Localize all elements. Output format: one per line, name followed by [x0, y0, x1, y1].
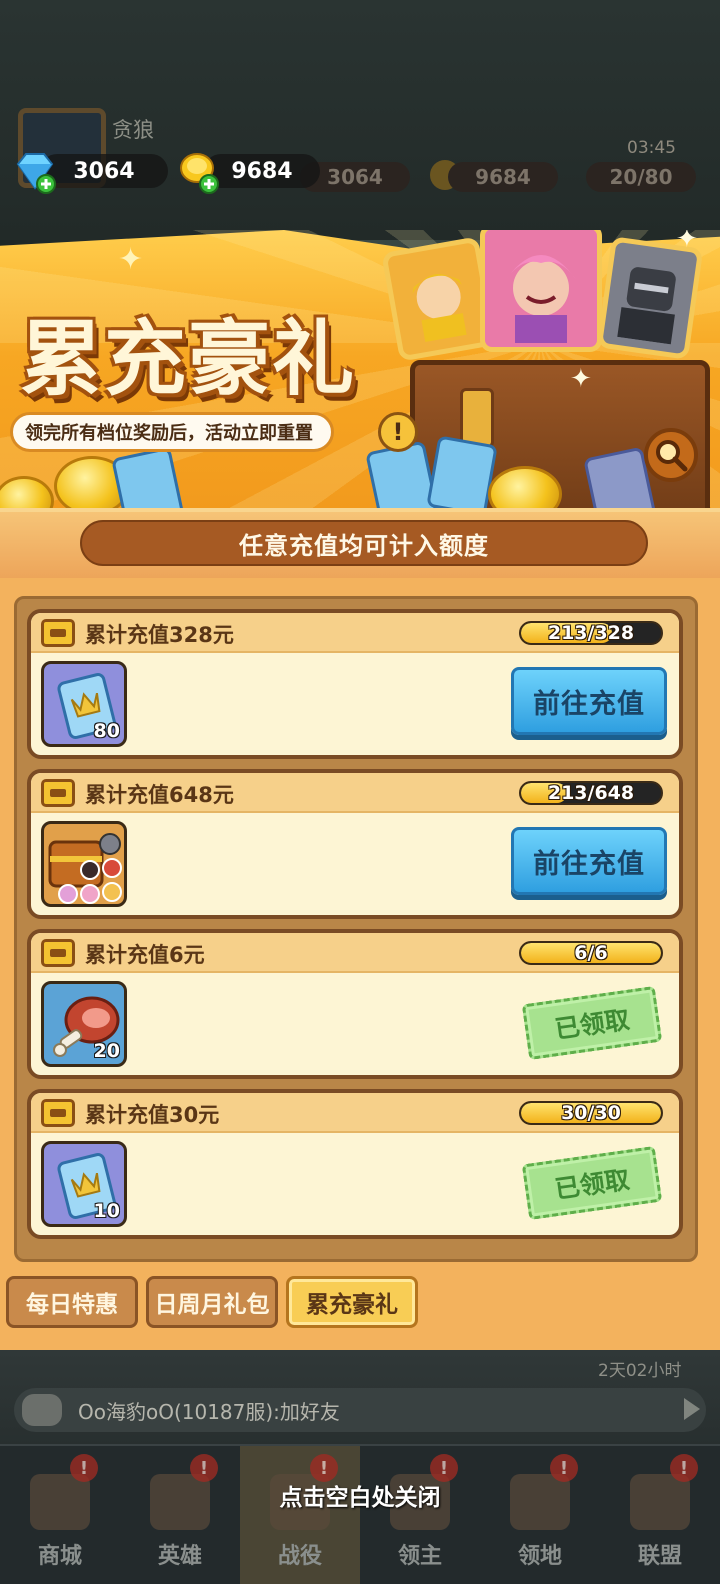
event-tabs: 每日特惠 日周月礼包 累充豪礼	[0, 1262, 720, 1350]
nav-territory[interactable]: 领地 !	[480, 1446, 600, 1584]
player-name: 贪狼	[112, 118, 154, 142]
tab-cumulative-recharge[interactable]: 累充豪礼	[286, 1276, 418, 1328]
tier-title: 累计充值648元	[85, 783, 234, 807]
play-icon[interactable]	[684, 1398, 700, 1420]
tier-header: 累计充值6元 6/6	[31, 933, 679, 973]
tier-list[interactable]: 累计充值328元 213/328 80 前往充值 累计充值648元 213/64…	[14, 596, 698, 1262]
tab-packages[interactable]: 日周月礼包	[146, 1276, 278, 1328]
reward-item[interactable]	[41, 821, 127, 907]
bottom-nav: 商城 ! 英雄 ! 战役 ! 领主 ! 领地 ! 联盟 !	[0, 1444, 720, 1584]
reward-quantity: 10	[93, 1200, 120, 1222]
info-icon[interactable]: !	[378, 412, 418, 452]
sparkle-icon: ✦	[570, 364, 592, 394]
reward-quantity: 80	[93, 720, 120, 742]
tier-title: 累计充值6元	[85, 943, 205, 967]
nav-lord[interactable]: 领主 !	[360, 1446, 480, 1584]
recharge-panel: 任意充值均可计入额度 累计充值328元 213/328 80 前往充值 累计充值…	[0, 508, 720, 1352]
chat-bar[interactable]: Oo海豹oO(10187服):加好友	[14, 1388, 706, 1432]
tier-card: 累计充值30元 30/30 10 已领取	[27, 1089, 683, 1239]
banner-subtitle: 领完所有档位奖励后，活动立即重置	[10, 412, 334, 452]
treasure-icon	[41, 1099, 75, 1127]
reward-item[interactable]: 80	[41, 661, 127, 747]
nav-label: 联盟	[637, 1544, 682, 1569]
tier-card: 累计充值648元 213/648 前往充值	[27, 769, 683, 919]
tier-progress-text: 30/30	[561, 1102, 621, 1124]
go-recharge-button[interactable]: 前往充值	[511, 827, 667, 895]
tier-card: 累计充值6元 6/6 20 已领取	[27, 929, 683, 1079]
tier-title: 累计充值328元	[85, 623, 234, 647]
chat-bubble-icon	[22, 1394, 62, 1426]
coin-count: 9684	[204, 154, 320, 188]
hero-card-armor	[596, 236, 704, 360]
nav-shop[interactable]: 商城 !	[0, 1446, 120, 1584]
nav-alliance[interactable]: 联盟 !	[600, 1446, 720, 1584]
treasure-icon	[41, 779, 75, 807]
nav-label: 领主	[397, 1544, 442, 1569]
tab-daily-deals[interactable]: 每日特惠	[6, 1276, 138, 1328]
bg-clock: 03:45	[627, 138, 676, 158]
go-recharge-button[interactable]: 前往充值	[511, 667, 667, 735]
tier-progress: 6/6	[519, 941, 663, 965]
game-top-area	[0, 0, 720, 240]
reward-item[interactable]: 10	[41, 1141, 127, 1227]
sparkle-icon: ✦	[118, 242, 144, 277]
bg-coin-count: 9684	[448, 162, 558, 192]
sparkle-icon: ✦	[676, 230, 698, 254]
panel-header: 任意充值均可计入额度	[0, 512, 720, 578]
gem-counter[interactable]: 3064	[40, 152, 168, 190]
hero-card-pink	[480, 230, 602, 352]
recharge-notice: 任意充值均可计入额度	[80, 520, 648, 566]
tier-progress-text: 213/328	[547, 622, 635, 644]
tier-header: 累计充值30元 30/30	[31, 1093, 679, 1133]
claimed-stamp: 已领取	[521, 985, 663, 1061]
tier-card: 累计充值328元 213/328 80 前往充值	[27, 609, 683, 759]
tier-progress: 213/328	[519, 621, 663, 645]
coin-counter[interactable]: 9684	[204, 152, 320, 190]
nav-label: 战役	[277, 1544, 322, 1569]
diamond-plus-icon[interactable]	[12, 150, 58, 194]
ticket-decoration	[426, 435, 498, 512]
tier-progress-text: 213/648	[547, 782, 635, 804]
close-hint[interactable]: 点击空白处关闭	[0, 1478, 720, 1512]
nav-label: 领地	[517, 1544, 562, 1569]
nav-campaign[interactable]: 战役 !	[240, 1446, 360, 1584]
tier-progress: 213/648	[519, 781, 663, 805]
nav-label: 商城	[37, 1544, 82, 1569]
event-timer: 2天02小时	[598, 1361, 682, 1381]
bg-stamina-count: 20/80	[586, 162, 696, 192]
reward-quantity: 20	[93, 1040, 120, 1062]
treasure-icon	[41, 619, 75, 647]
nav-heroes[interactable]: 英雄 !	[120, 1446, 240, 1584]
treasure-icon	[41, 939, 75, 967]
nav-label: 英雄	[157, 1544, 202, 1569]
reward-item[interactable]: 20	[41, 981, 127, 1067]
gem-count: 3064	[40, 154, 168, 188]
magnifier-icon	[656, 440, 688, 472]
hero-chest-icon	[48, 833, 122, 904]
event-banner: ✦ ✦ ✦ ✦ 累充豪礼 领完所有档位奖励后，活动立即重置 !	[0, 230, 720, 512]
tier-header: 累计充值648元 213/648	[31, 773, 679, 813]
tier-header: 累计充值328元 213/328	[31, 613, 679, 653]
preview-button[interactable]	[644, 428, 698, 482]
banner-title: 累充豪礼	[20, 312, 357, 407]
tier-title: 累计充值30元	[85, 1103, 220, 1127]
tier-progress: 30/30	[519, 1101, 663, 1125]
gold-coin-plus-icon[interactable]	[177, 150, 221, 194]
tier-progress-text: 6/6	[574, 942, 608, 964]
chat-message: Oo海豹oO(10187服):加好友	[78, 1399, 340, 1424]
claimed-stamp: 已领取	[521, 1145, 663, 1221]
